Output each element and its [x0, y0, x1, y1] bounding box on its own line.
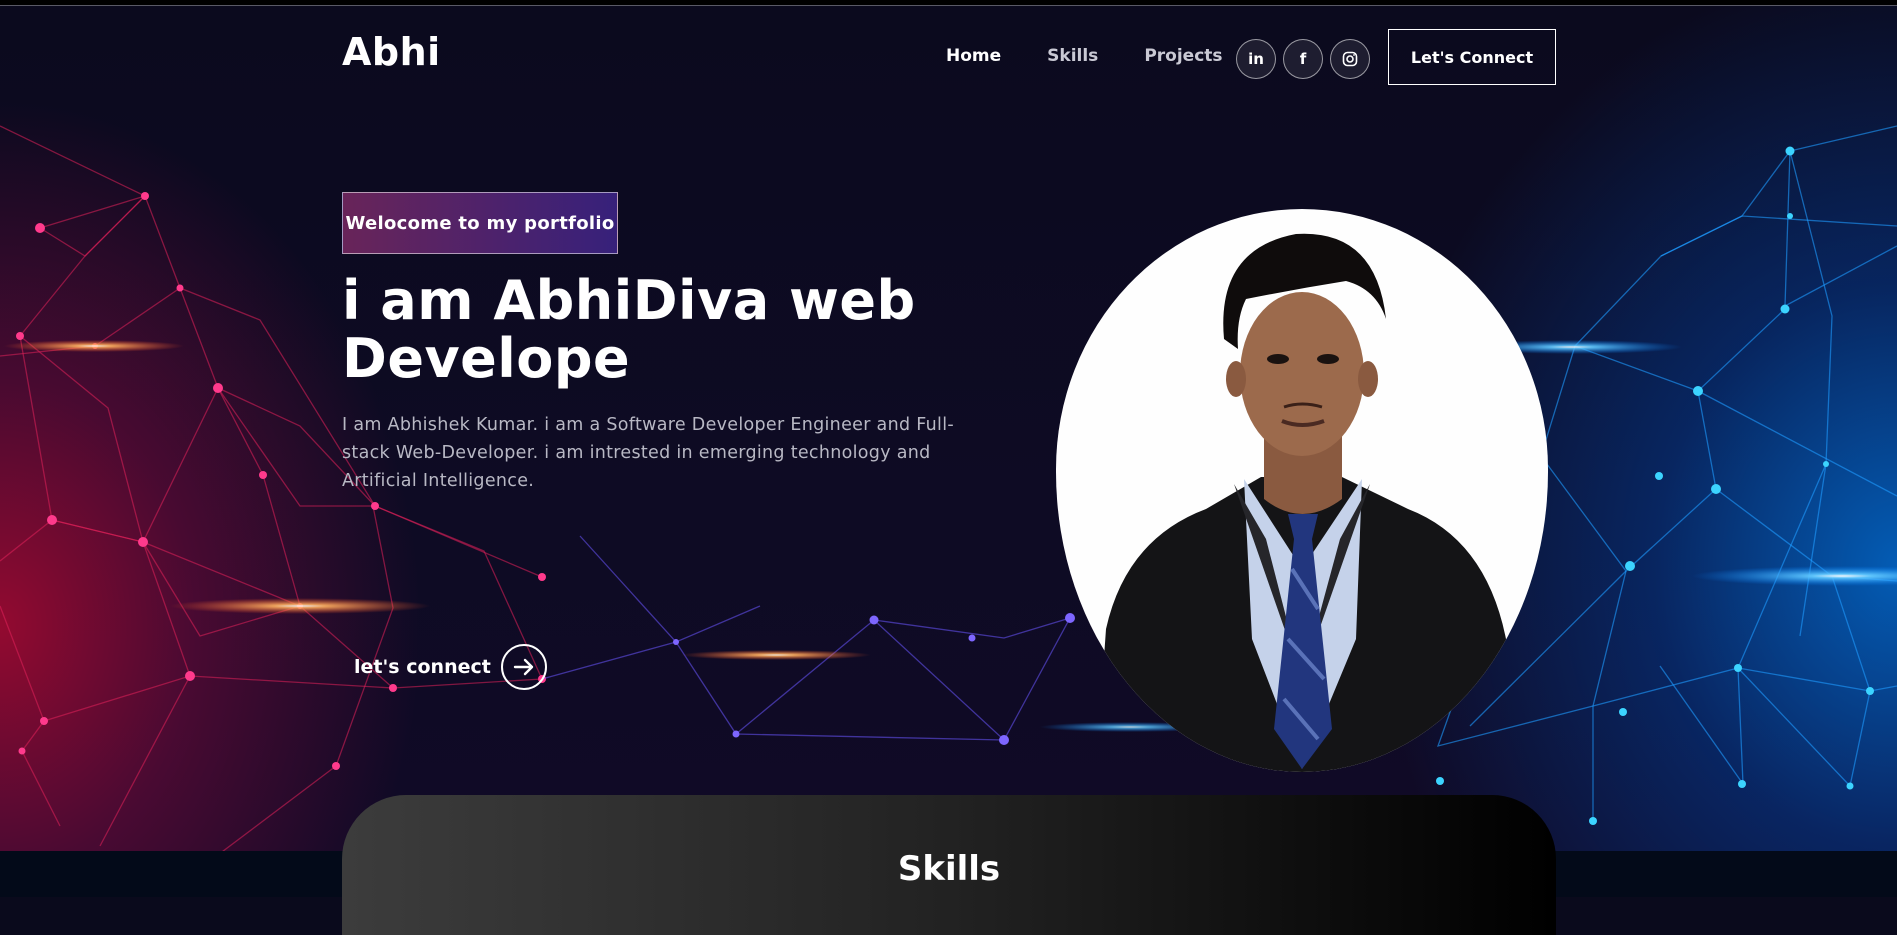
instagram-glyph: [1342, 51, 1358, 67]
arrow-right-circle-icon[interactable]: [500, 644, 547, 690]
welcome-tagline: Welocome to my portfolio: [342, 192, 618, 254]
skills-section: Skills: [342, 795, 1556, 935]
linkedin-glyph: in: [1248, 50, 1264, 68]
nav-projects-link[interactable]: Projects: [1144, 46, 1222, 66]
lets-connect-button[interactable]: Let's Connect: [1388, 29, 1556, 85]
skills-title: Skills: [897, 849, 1001, 889]
nav-home-link[interactable]: Home: [946, 46, 1001, 66]
hero-headline: i am AbhiDiva web Develope: [342, 269, 916, 390]
light-flare: [1692, 566, 1897, 586]
middle-network-lines: [541, 535, 1071, 742]
lets-connect-cta[interactable]: let's connect: [354, 644, 547, 690]
light-flare: [681, 650, 871, 660]
main-nav: Home Skills Projects: [946, 46, 1269, 66]
nav-skills-link[interactable]: Skills: [1047, 46, 1098, 66]
middle-network-nodes: [673, 613, 1075, 745]
cta-label: let's connect: [354, 656, 491, 678]
social-links: in f: [1236, 39, 1370, 79]
site-logo[interactable]: Abhi: [342, 30, 441, 74]
light-flare: [170, 598, 430, 614]
facebook-icon[interactable]: f: [1283, 39, 1323, 79]
instagram-icon[interactable]: [1330, 39, 1370, 79]
linkedin-icon[interactable]: in: [1236, 39, 1276, 79]
arrow-right-icon: [513, 658, 534, 676]
hero-bio: I am Abhishek Kumar. i am a Software Dev…: [342, 415, 954, 491]
facebook-glyph: f: [1299, 50, 1307, 68]
light-flare: [4, 340, 184, 352]
